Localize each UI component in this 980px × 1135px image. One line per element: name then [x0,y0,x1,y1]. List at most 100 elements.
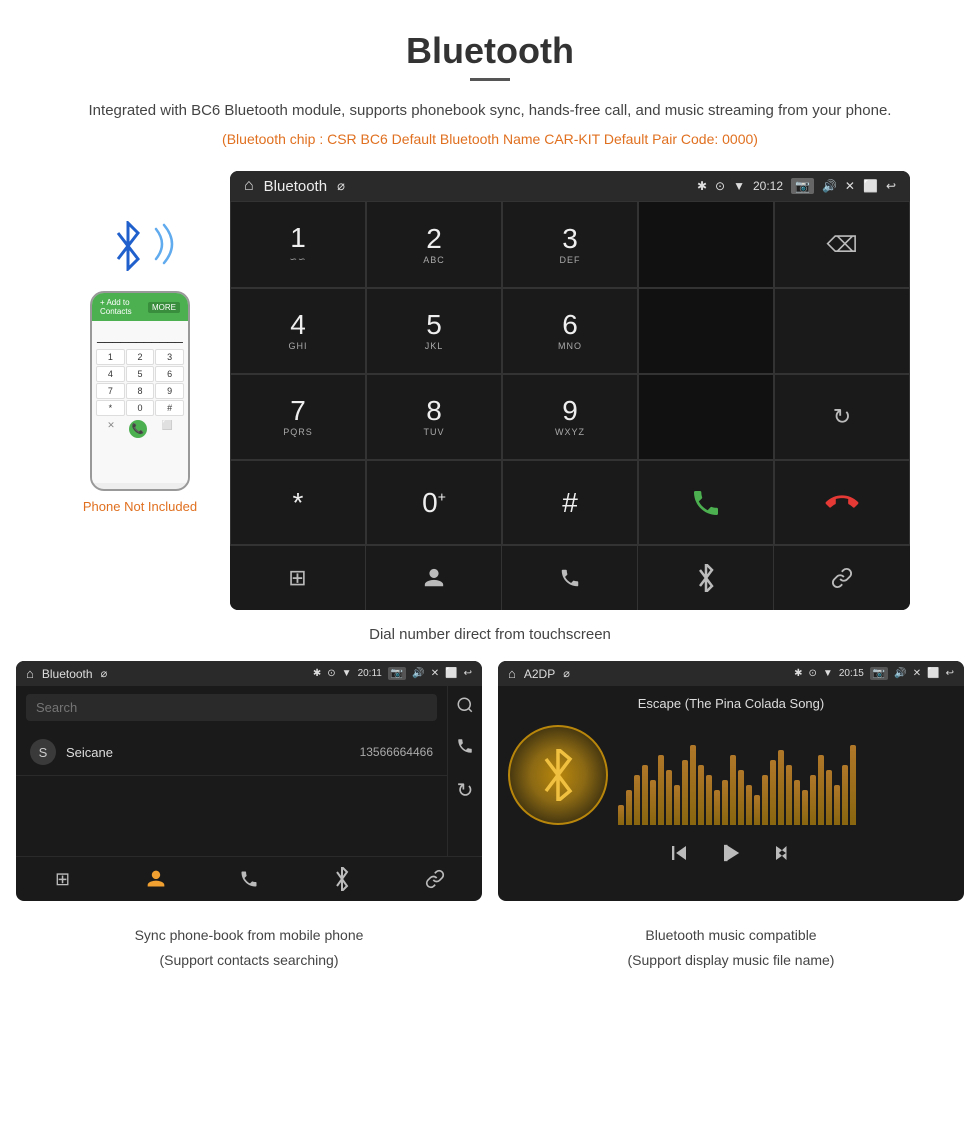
pb-contact-letter: S [30,739,56,765]
music-caption-text: Bluetooth music compatible [498,925,964,946]
pb-camera-icon[interactable]: 📷 [388,667,406,680]
pb-call-sidebar-icon[interactable] [456,737,474,760]
dialer-volume-icon[interactable]: 🔊 [822,179,837,193]
music-bar [746,785,752,825]
dialer-bottom-contacts[interactable] [366,546,502,610]
music-bar [802,790,808,825]
phone-screen: ___________ 123 456 789 *0# ✕ 📞 ⬜ [92,321,188,483]
dialer-key-0[interactable]: 0+ [366,460,502,545]
music-next-btn[interactable] [769,839,797,873]
music-bar [730,755,736,825]
music-bar [714,790,720,825]
music-vol-icon[interactable]: 🔊 [894,668,906,679]
dialer-redial-btn[interactable]: ↻ [774,374,910,460]
dialer-key-9[interactable]: 9WXYZ [502,374,638,460]
pb-back-icon[interactable]: ↩ [464,668,472,679]
dialer-backspace-btn[interactable]: ⌫ [774,201,910,288]
dialer-home-icon[interactable]: ⌂ [244,177,254,195]
pb-main: S Seicane 13566664466 [16,686,447,856]
pb-bottom-bt[interactable] [296,867,389,891]
pb-home-icon[interactable]: ⌂ [26,666,34,681]
music-x-icon[interactable]: ✕ [913,668,921,679]
music-content: Escape (The Pina Colada Song) [498,686,964,893]
pb-signal-icon: ▼ [342,668,352,679]
music-bar [690,745,696,825]
dialer-key-2[interactable]: 2ABC [366,201,502,288]
pb-sidebar: ↻ [447,686,482,856]
dialer-bottom-link[interactable] [774,546,910,610]
dialer-usb-icon: ⌀ [337,178,345,194]
bottom-captions: Sync phone-book from mobile phone (Suppo… [0,917,980,995]
pb-time: 20:11 [358,668,382,679]
title-divider [470,78,510,81]
pb-title: Bluetooth [42,667,93,681]
pb-bottom-contacts-active[interactable] [109,867,202,891]
pb-search-input[interactable] [26,694,437,721]
pb-contact-number: 13566664466 [360,745,433,759]
signal-arcs-icon [148,219,180,274]
dialer-screen: ⌂ Bluetooth ⌀ ✱ ⊙ ▼ 20:12 📷 🔊 ✕ ⬜ ↩ 1∽∽ [230,171,910,610]
dialer-key-6[interactable]: 6MNO [502,288,638,374]
music-bar [666,770,672,825]
dialer-camera-icon[interactable]: 📷 [791,178,814,194]
pb-bottom-phone[interactable] [202,867,295,891]
music-bar [706,775,712,825]
music-back-icon[interactable]: ↩ [946,668,954,679]
dialer-key-star[interactable]: * [230,460,366,545]
music-prev-btn[interactable] [665,839,693,873]
music-statusbar: ⌂ A2DP ⌀ ✱ ⊙ ▼ 20:15 📷 🔊 ✕ ⬜ ↩ [498,661,964,686]
bottom-panels: ⌂ Bluetooth ⌀ ✱ ⊙ ▼ 20:11 📷 🔊 ✕ ⬜ ↩ [0,661,980,901]
music-signal-icon: ▼ [823,668,833,679]
dialer-call-btn[interactable] [638,460,774,545]
pb-location-icon: ⊙ [327,668,335,679]
dialer-key-8[interactable]: 8TUV [366,374,502,460]
pb-usb-icon: ⌀ [101,667,108,680]
pb-refresh-sidebar-icon[interactable]: ↻ [457,778,474,803]
page-title: Bluetooth [0,0,980,72]
music-time: 20:15 [839,668,864,679]
music-home-icon[interactable]: ⌂ [508,666,516,681]
music-bar [626,790,632,825]
music-bar [674,785,680,825]
bt-icon-wrap [100,211,180,281]
pb-bottom-dialpad[interactable]: ⊞ [16,867,109,891]
music-bar [826,770,832,825]
dialer-bottom-phone[interactable] [502,546,638,610]
dialer-key-5[interactable]: 5JKL [366,288,502,374]
dialer-grid: 1∽∽ 2ABC 3DEF ⌫ 4GHI 5JKL 6MNO [230,201,910,545]
dialer-close-icon[interactable]: ✕ [845,179,855,193]
pb-contact-row[interactable]: S Seicane 13566664466 [16,729,447,776]
pb-win-icon[interactable]: ⬜ [445,668,457,679]
pb-caption-text: Sync phone-book from mobile phone [16,925,482,946]
pb-vol-icon[interactable]: 🔊 [412,668,424,679]
music-controls [665,825,797,883]
dialer-bt-icon: ✱ [697,179,707,193]
subtitle-text: Integrated with BC6 Bluetooth module, su… [0,99,980,123]
dialer-bottom-dialpad[interactable]: ⊞ [230,546,366,610]
dialer-key-3[interactable]: 3DEF [502,201,638,288]
pb-search-sidebar-icon[interactable] [456,696,474,719]
music-bar [810,775,816,825]
dialer-key-4[interactable]: 4GHI [230,288,366,374]
dialer-bottom-bt[interactable] [638,546,774,610]
music-bar [778,750,784,825]
music-win-icon[interactable]: ⬜ [927,668,939,679]
pb-bottom-link[interactable] [389,867,482,891]
dialer-key-7[interactable]: 7PQRS [230,374,366,460]
dialer-key-1[interactable]: 1∽∽ [230,201,366,288]
pb-caption: Sync phone-book from mobile phone (Suppo… [16,917,482,975]
music-play-pause-btn[interactable] [717,839,745,873]
pb-caption-text2: (Support contacts searching) [16,950,482,971]
music-bt-icon: ✱ [794,668,802,679]
music-camera-icon[interactable]: 📷 [870,667,888,680]
music-bar [634,775,640,825]
dialer-back-icon[interactable]: ↩ [886,179,896,193]
music-bar [618,805,624,825]
pb-search-row [16,686,447,729]
bt-specs: (Bluetooth chip : CSR BC6 Default Blueto… [0,131,980,147]
dialer-end-btn[interactable] [774,460,910,545]
dialer-key-hash[interactable]: # [502,460,638,545]
music-panel: ⌂ A2DP ⌀ ✱ ⊙ ▼ 20:15 📷 🔊 ✕ ⬜ ↩ Escape (T… [498,661,964,901]
dialer-window-icon[interactable]: ⬜ [863,179,878,193]
pb-x-icon[interactable]: ✕ [431,668,439,679]
